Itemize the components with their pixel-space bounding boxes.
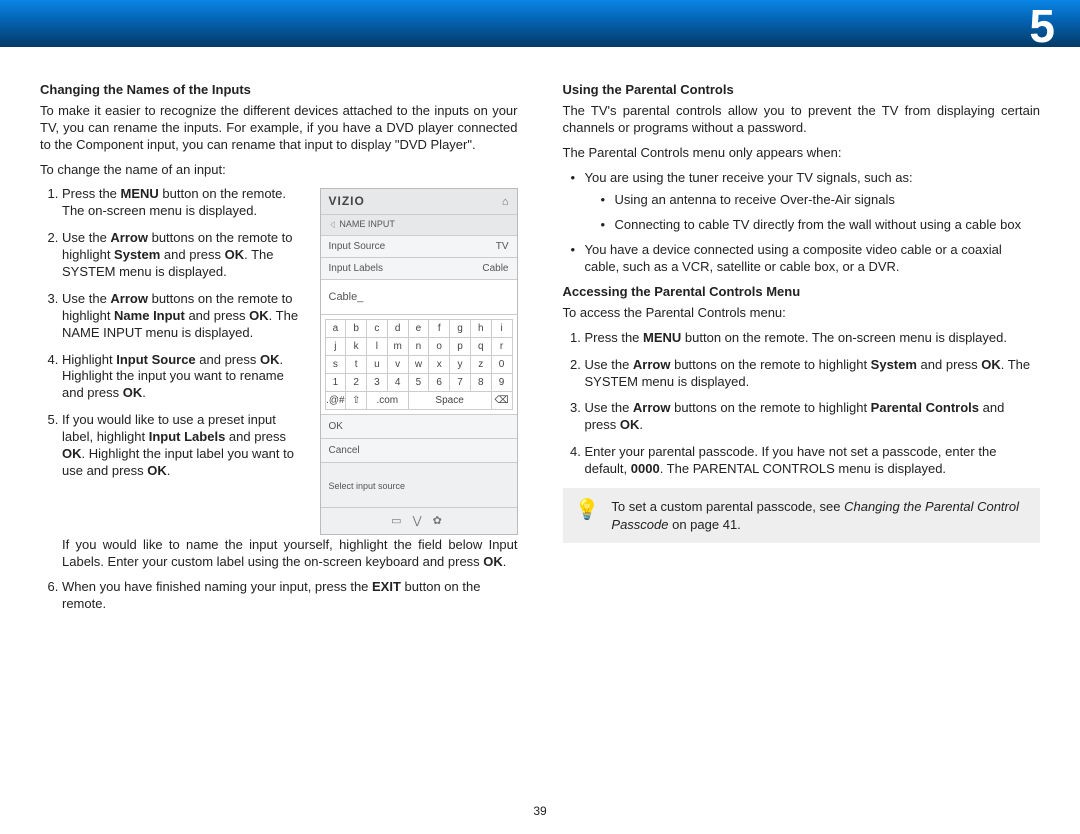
menu-row-input-source: Input SourceTV	[321, 236, 517, 258]
right-step-1: Press the MENU button on the remote. The…	[585, 330, 1041, 347]
tip-box: 💡 To set a custom parental passcode, see…	[563, 488, 1041, 543]
left-lead: To change the name of an input:	[40, 162, 518, 179]
right-step-3: Use the Arrow buttons on the remote to h…	[585, 400, 1041, 434]
right-bullet-1b: Connecting to cable TV directly from the…	[615, 217, 1041, 234]
menu-footer-icons: ▭ ⋁ ✿	[321, 507, 517, 534]
left-step-3: Use the Arrow buttons on the remote to h…	[62, 291, 306, 342]
lightbulb-icon: 💡	[575, 500, 600, 520]
menu-text-field: Cable_	[321, 280, 517, 315]
menu-cancel-button: Cancel	[321, 439, 517, 463]
menu-hint: Select input source	[321, 463, 517, 507]
right-bullet-1a: Using an antenna to receive Over-the-Air…	[615, 192, 1041, 209]
right-steps: Press the MENU button on the remote. The…	[563, 330, 1041, 478]
left-step-5: If you would like to use a preset input …	[62, 412, 306, 480]
left-steps-part2: When you have finished naming your input…	[40, 579, 518, 613]
left-step-2: Use the Arrow buttons on the remote to h…	[62, 230, 306, 281]
page-body: Changing the Names of the Inputs To make…	[0, 47, 1080, 643]
menu-ok-button: OK	[321, 415, 517, 439]
right-heading-1: Using the Parental Controls	[563, 82, 1041, 99]
right-bullets: You are using the tuner receive your TV …	[563, 170, 1041, 276]
left-steps-part1: Press the MENU button on the remote. The…	[40, 186, 306, 479]
onscreen-keyboard: abcdefghi jklmnopqr stuvwxyz0 123456789 …	[321, 315, 517, 415]
left-step-4: Highlight Input Source and press OK. Hig…	[62, 352, 306, 403]
name-input-menu: VIZIO ⌂ ◁NAME INPUT Input SourceTV Input…	[320, 188, 518, 535]
menu-row-input-labels: Input LabelsCable	[321, 258, 517, 280]
menu-header: VIZIO ⌂	[321, 189, 517, 215]
header-band: 5	[0, 0, 1080, 47]
tip-text: To set a custom parental passcode, see C…	[611, 498, 1028, 533]
left-step-1: Press the MENU button on the remote. The…	[62, 186, 306, 220]
left-step-6: When you have finished naming your input…	[62, 579, 518, 613]
left-heading: Changing the Names of the Inputs	[40, 82, 518, 99]
left-step5-note: If you would like to name the input your…	[62, 537, 518, 571]
left-intro: To make it easier to recognize the diffe…	[40, 103, 518, 154]
page-number: 39	[0, 804, 1080, 820]
right-bullet-2: You have a device connected using a comp…	[585, 242, 1041, 276]
right-step-4: Enter your parental passcode. If you hav…	[585, 444, 1041, 478]
right-bullet-1: You are using the tuner receive your TV …	[585, 170, 1041, 235]
chapter-number: 5	[1029, 0, 1055, 57]
vizio-logo: VIZIO	[329, 194, 365, 210]
right-p1: The TV's parental controls allow you to …	[563, 103, 1041, 137]
right-column: Using the Parental Controls The TV's par…	[563, 82, 1041, 623]
home-icon: ⌂	[502, 195, 509, 209]
right-step-2: Use the Arrow buttons on the remote to h…	[585, 357, 1041, 391]
menu-breadcrumb: ◁NAME INPUT	[321, 215, 517, 236]
right-heading-2: Accessing the Parental Controls Menu	[563, 284, 1041, 301]
right-p2: The Parental Controls menu only appears …	[563, 145, 1041, 162]
left-column: Changing the Names of the Inputs To make…	[40, 82, 518, 623]
right-p3: To access the Parental Controls menu:	[563, 305, 1041, 322]
